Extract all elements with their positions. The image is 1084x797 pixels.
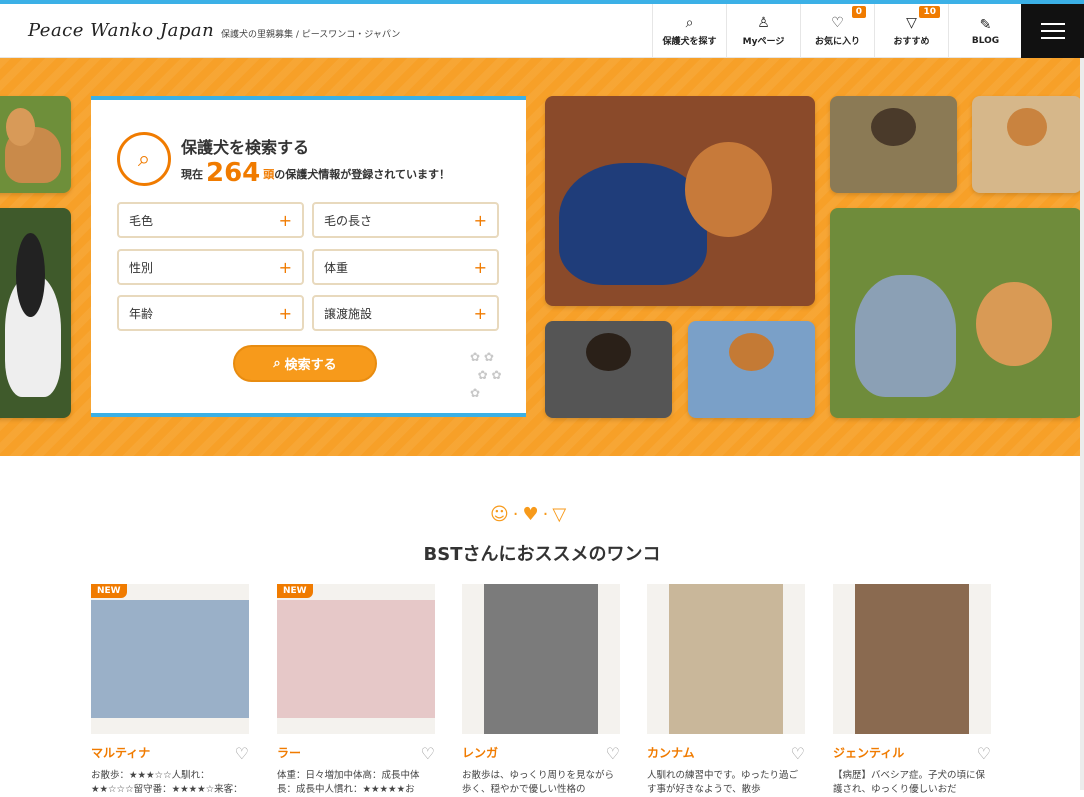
- site-logo[interactable]: Peace Wanko Japan: [28, 20, 214, 41]
- dog-description: 人馴れの練習中です。ゆったり過ごす事が好きなようで、散歩: [647, 770, 799, 795]
- plus-icon: +: [278, 210, 292, 230]
- search-icon: ⌕: [273, 356, 281, 371]
- dog-photo: [830, 208, 1082, 418]
- filter-label: 体重: [324, 260, 349, 275]
- nav-recommended[interactable]: 10 ▽ おすすめ: [874, 4, 948, 58]
- nav-mypage[interactable]: ♙ Myページ: [726, 4, 800, 58]
- pencil-icon: ✎: [979, 16, 992, 33]
- dog-photo: [484, 584, 598, 734]
- heart-icon: ♡: [831, 15, 844, 31]
- dog-name[interactable]: ジェンティル: [833, 744, 991, 761]
- dog-photo: [855, 584, 969, 734]
- dog-photo: [91, 600, 249, 718]
- filter-label: 性別: [129, 260, 154, 275]
- dog-search-icon: ⌕: [117, 132, 171, 186]
- filter-sex[interactable]: 性別 +: [117, 249, 304, 285]
- dog-face-icon: ▽: [906, 15, 917, 31]
- nav-favorites[interactable]: 0 ♡ お気に入り: [800, 4, 874, 58]
- page-scrollbar[interactable]: [1080, 58, 1084, 790]
- dog-photo: [545, 321, 672, 418]
- dog-name[interactable]: カンナム: [647, 744, 805, 761]
- favorite-heart-icon[interactable]: ♡: [791, 744, 805, 763]
- header-nav: ⌕ 保護犬を探す ♙ Myページ 0 ♡ お気に入り 10 ▽ おすすめ ✎ B…: [652, 4, 1022, 58]
- dog-photo: [669, 584, 783, 734]
- dog-photo: [0, 96, 71, 193]
- search-icon: ⌕: [685, 15, 694, 31]
- count-prefix: 現在: [181, 168, 203, 181]
- new-badge: NEW: [91, 584, 127, 598]
- section-decoration-icon: ☺·♥·▽: [490, 504, 571, 525]
- dog-card[interactable]: カンナム ♡ 人馴れの練習中です。ゆったり過ごす事が好きなようで、散歩: [647, 584, 805, 797]
- filter-label: 年齢: [129, 306, 154, 321]
- new-badge: NEW: [277, 584, 313, 598]
- site-tagline: 保護犬の里親募集 / ピースワンコ・ジャパン: [221, 30, 401, 40]
- search-button-label: 検索する: [284, 358, 337, 373]
- user-icon: ♙: [757, 15, 770, 31]
- dog-photo: [545, 96, 815, 306]
- dog-description: 【病歴】バベシア症。子犬の頃に保護され、ゆっくり優しいおだ: [833, 770, 986, 795]
- favorite-heart-icon[interactable]: ♡: [977, 744, 991, 763]
- site-header: Peace Wanko Japan 保護犬の里親募集 / ピースワンコ・ジャパン…: [0, 4, 1084, 58]
- dog-photo: [830, 96, 957, 193]
- hamburger-menu-button[interactable]: [1021, 4, 1084, 58]
- favorite-heart-icon[interactable]: ♡: [421, 744, 435, 763]
- dog-card[interactable]: NEW マルティナ ♡ お散歩：★★★☆☆人馴れ：★★☆☆☆留守番：★★★★☆来…: [91, 584, 249, 797]
- filter-weight[interactable]: 体重 +: [312, 249, 499, 285]
- filter-age[interactable]: 年齢 +: [117, 295, 304, 331]
- favorite-heart-icon[interactable]: ♡: [606, 744, 620, 763]
- favorite-heart-icon[interactable]: ♡: [235, 744, 249, 763]
- count-number: 264: [206, 158, 261, 188]
- dog-card-image[interactable]: [833, 584, 991, 734]
- plus-icon: +: [473, 210, 487, 230]
- dog-name[interactable]: ラー: [277, 744, 435, 761]
- dog-photo: [0, 208, 71, 418]
- recommended-count-badge: 10: [919, 6, 940, 18]
- section-title: BSTさんにおススメのワンコ: [423, 544, 661, 565]
- dog-photo: [972, 96, 1082, 193]
- dog-description: お散歩：★★★☆☆人馴れ：★★☆☆☆留守番：★★★★☆来客：★: [91, 770, 243, 795]
- dog-card-image[interactable]: NEW: [277, 584, 435, 734]
- dog-search-panel: ⌕ 保護犬を検索する 現在 264 頭の保護犬情報が登録されています！ 毛色 + 毛…: [91, 96, 526, 417]
- menu-bar-icon: [1040, 23, 1065, 25]
- menu-bar-icon: [1040, 30, 1065, 32]
- dog-photo: [277, 600, 435, 718]
- filter-label: 譲渡施設: [324, 306, 373, 321]
- favorites-count-badge: 0: [851, 6, 866, 18]
- filter-label: 毛の長さ: [324, 213, 373, 228]
- nav-search-dogs[interactable]: ⌕ 保護犬を探す: [652, 4, 726, 58]
- dog-card-image[interactable]: [462, 584, 620, 734]
- dog-photo: [688, 321, 815, 418]
- filter-coat-color[interactable]: 毛色 +: [117, 202, 304, 238]
- nav-label: おすすめ: [893, 37, 930, 47]
- registered-count: 現在 264 頭の保護犬情報が登録されています！: [181, 158, 450, 188]
- dog-card-image[interactable]: [647, 584, 805, 734]
- nav-label: BLOG: [971, 35, 1000, 46]
- plus-icon: +: [278, 303, 292, 323]
- dog-description: 体重：日々増加中体高：成長中体長：成長中人慣れ：★★★★★お: [277, 770, 420, 795]
- count-suffix: の保護犬情報が登録されています！: [274, 168, 450, 181]
- dog-description: お散歩は、ゆっくり周りを見ながら歩く、穏やかで優しい性格の: [462, 770, 615, 795]
- menu-bar-icon: [1040, 37, 1065, 39]
- dog-name[interactable]: マルティナ: [91, 744, 249, 761]
- hero-section: ⌕ 保護犬を検索する 現在 264 頭の保護犬情報が登録されています！ 毛色 + 毛…: [0, 58, 1084, 456]
- dog-card[interactable]: NEW ラー ♡ 体重：日々増加中体高：成長中体長：成長中人慣れ：★★★★★お: [277, 584, 435, 797]
- nav-label: Myページ: [742, 37, 785, 47]
- dog-card[interactable]: ジェンティル ♡ 【病歴】バベシア症。子犬の頃に保護され、ゆっくり優しいおだ: [833, 584, 991, 797]
- dog-card-image[interactable]: NEW: [91, 584, 249, 734]
- plus-icon: +: [278, 257, 292, 277]
- nav-label: 保護犬を探す: [662, 37, 717, 47]
- filter-facility[interactable]: 譲渡施設 +: [312, 295, 499, 331]
- filter-label: 毛色: [129, 213, 154, 228]
- dog-name[interactable]: レンガ: [462, 744, 620, 761]
- dog-card[interactable]: レンガ ♡ お散歩は、ゆっくり周りを見ながら歩く、穏やかで優しい性格の: [462, 584, 620, 797]
- nav-blog[interactable]: ✎ BLOG: [948, 4, 1022, 58]
- plus-icon: +: [473, 303, 487, 323]
- filter-coat-length[interactable]: 毛の長さ +: [312, 202, 499, 238]
- paw-prints-icon: ✿ ✿ ✿ ✿ ✿: [470, 350, 502, 400]
- nav-label: お気に入り: [814, 37, 860, 47]
- plus-icon: +: [473, 257, 487, 277]
- search-title: 保護犬を検索する: [181, 138, 310, 157]
- count-unit: 頭: [263, 168, 275, 181]
- search-button[interactable]: ⌕ 検索する: [233, 345, 377, 382]
